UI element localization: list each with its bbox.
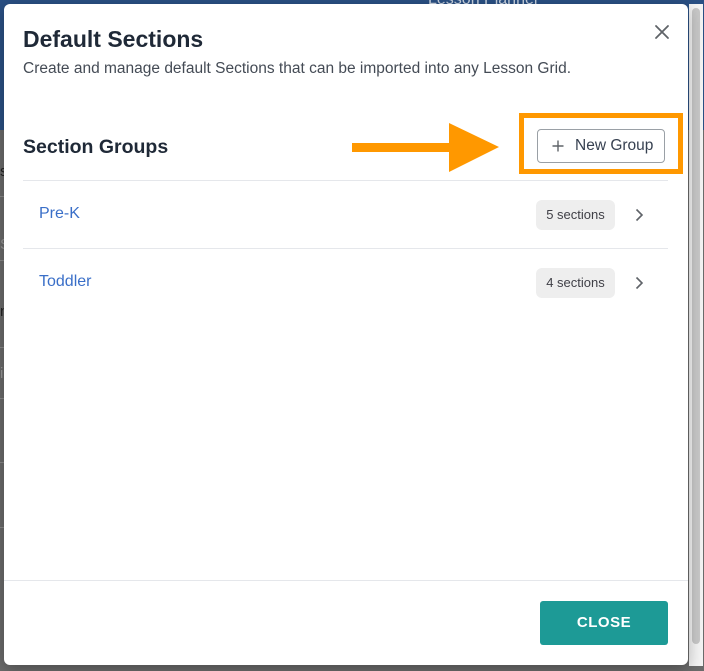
close-button[interactable]: CLOSE [540, 601, 668, 645]
section-count-badge: 4 sections [536, 268, 615, 298]
group-name[interactable]: Pre-K [39, 205, 80, 223]
list-item-pre-k[interactable]: Pre-K 5 sections [23, 181, 668, 248]
new-group-label: New Group [575, 137, 654, 154]
new-group-button[interactable]: New Group [537, 129, 665, 163]
group-name[interactable]: Toddler [39, 273, 91, 291]
chevron-right-icon[interactable] [634, 208, 644, 222]
plus-icon [552, 140, 564, 152]
dialog-subtitle: Create and manage default Sections that … [23, 60, 572, 77]
default-sections-dialog: Default Sections Create and manage defau… [4, 4, 688, 665]
section-groups-heading: Section Groups [23, 136, 169, 158]
footer-divider [4, 580, 688, 581]
list-item-toddler[interactable]: Toddler 4 sections [23, 249, 668, 316]
chevron-right-icon[interactable] [634, 276, 644, 290]
arrow-right-icon [352, 123, 499, 172]
dialog-title: Default Sections [23, 26, 204, 52]
section-count-badge: 5 sections [536, 200, 615, 230]
page-scrollbar-thumb[interactable] [692, 8, 700, 644]
close-icon[interactable] [652, 22, 672, 42]
background-text: i [0, 365, 4, 382]
